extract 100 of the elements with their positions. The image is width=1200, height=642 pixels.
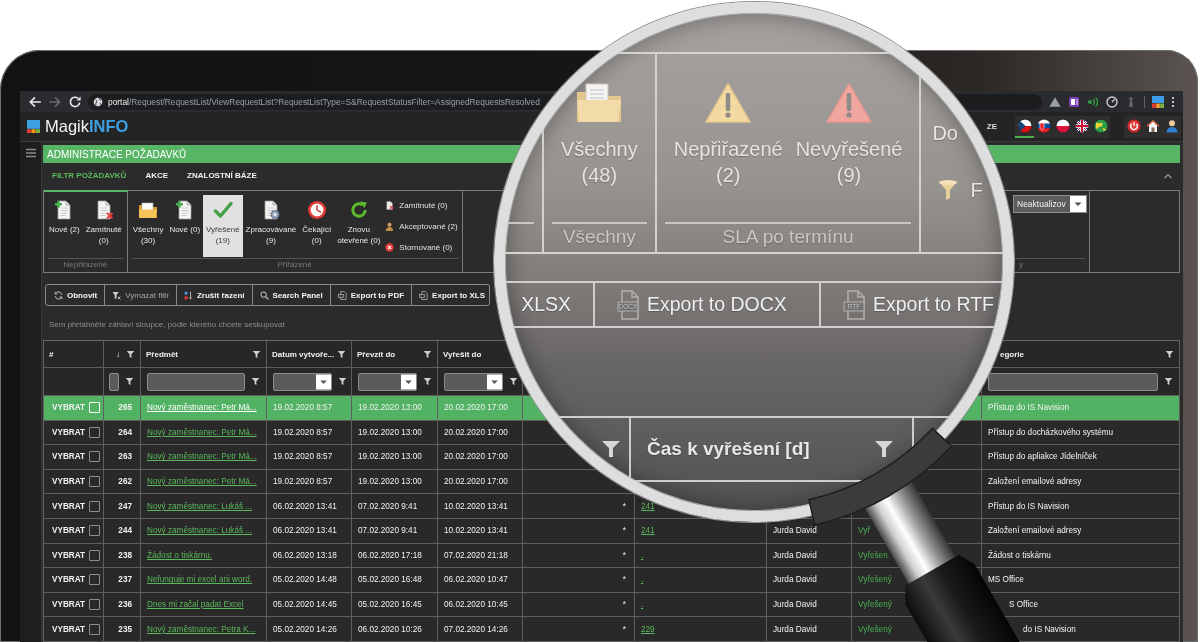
date-filter-field[interactable] (273, 372, 332, 391)
row-text: 20.02.2020 17:00 (444, 477, 508, 487)
sound-waves-icon[interactable] (1087, 95, 1099, 108)
row-link[interactable]: Nový zaměstnanec: Lukáš ... (147, 526, 253, 536)
tiles-icon[interactable] (1152, 95, 1164, 108)
filter-icon[interactable] (509, 377, 518, 386)
row-link[interactable]: Nový zaměstnanec: Petr Má... (147, 477, 257, 487)
filter-icon[interactable] (125, 377, 134, 386)
tab[interactable]: ZNALOSTNÍ BÁZE (187, 168, 257, 183)
filter-icon[interactable] (423, 377, 432, 386)
filter-field[interactable] (109, 372, 119, 391)
power-icon (1126, 118, 1141, 133)
row-checkbox[interactable] (89, 451, 100, 463)
select-label[interactable]: VYBRAT (50, 526, 86, 536)
filter-button[interactable]: Akceptované (2) (383, 216, 460, 237)
filter-icon[interactable] (337, 349, 346, 359)
row-checkbox[interactable] (89, 426, 100, 438)
filter-button[interactable]: Zpracovávané (9) (242, 195, 300, 257)
select-label[interactable]: VYBRAT (50, 624, 86, 634)
column-header[interactable]: Převzít do (357, 349, 396, 359)
row-checkbox[interactable] (89, 549, 100, 561)
filter-icon[interactable] (126, 349, 135, 359)
tab[interactable]: FILTR POŽADAVKŮ (52, 168, 127, 183)
column-header[interactable]: Vyřešit do (443, 349, 482, 359)
row-link[interactable]: Nový zaměstnanec: Lukáš ... (147, 501, 253, 511)
header-text[interactable]: ZE (986, 122, 997, 131)
filter-field[interactable] (147, 372, 245, 391)
row-link[interactable]: Nefunguje mi excel ani word. (147, 575, 253, 585)
column-header: Čas k vyřešení [d] (647, 438, 810, 460)
export-button[interactable]: XLSX (505, 283, 595, 326)
row-text: do IS Navision (1023, 624, 1076, 634)
filter-icon[interactable] (423, 349, 432, 359)
filter-icon[interactable] (1164, 377, 1173, 386)
row-link[interactable]: . (641, 550, 644, 560)
filter-field[interactable] (988, 372, 1158, 391)
toolbar-button[interactable]: Export to PDF (329, 285, 412, 305)
row-link[interactable]: Nový zaměstnanec: Petr Má... (147, 452, 257, 462)
column-header[interactable]: egorie (1000, 349, 1024, 359)
row-link[interactable]: Dnes mi začal padat Excel (147, 600, 244, 610)
filter-button[interactable]: Čekající (0) (299, 195, 335, 257)
row-checkbox[interactable] (89, 574, 100, 586)
filter-icon[interactable] (251, 377, 260, 386)
row-checkbox[interactable] (89, 623, 100, 635)
language-button[interactable] (1091, 115, 1110, 138)
toolbar-button[interactable]: Search Panel (251, 285, 330, 305)
filter-button[interactable]: Nové (0) (166, 195, 204, 257)
row-link[interactable]: Nový zaměstnanec: Petra K... (147, 624, 256, 634)
back-icon[interactable] (28, 94, 42, 109)
filter-button[interactable]: Nové (2) (46, 195, 83, 257)
user-button[interactable] (1162, 115, 1181, 138)
row-checkbox[interactable] (89, 525, 100, 537)
filter-button[interactable]: Znovu otevřené (0) (334, 195, 384, 257)
filter-button[interactable]: Stornované (0) (383, 237, 460, 258)
row-link[interactable]: Žádost o tiskárnu. (147, 550, 213, 560)
filter-button[interactable]: Zamítnuté (0) (383, 195, 460, 216)
date-filter-field[interactable] (444, 372, 503, 391)
menu-icon[interactable] (1171, 95, 1175, 108)
gauge-icon[interactable] (1106, 95, 1118, 108)
row-number: 237 (118, 575, 132, 585)
column-header[interactable]: Předmět (146, 349, 178, 359)
reload-icon[interactable] (68, 94, 82, 109)
row-link[interactable]: . (641, 575, 644, 585)
select-label[interactable]: VYBRAT (50, 550, 86, 560)
toolbar-button[interactable]: Zrušit řazení (175, 285, 252, 305)
row-checkbox[interactable] (89, 599, 100, 611)
filter-button[interactable]: Všechny (30) (129, 195, 167, 257)
row-text: 19.02.2020 8:57 (273, 477, 333, 487)
row-checkbox[interactable] (89, 476, 100, 488)
row-link[interactable]: Nový zaměstnanec: Petr Má... (147, 427, 257, 437)
row-link[interactable]: 241 (641, 501, 655, 511)
power-button[interactable] (1124, 115, 1143, 138)
column-header[interactable]: ↓ (116, 349, 120, 359)
menu-icon[interactable] (25, 147, 37, 159)
row-link[interactable]: . (641, 600, 644, 610)
column-header[interactable]: Datum vytvoře... (272, 349, 335, 359)
select-label[interactable]: VYBRAT (50, 600, 86, 610)
date-filter-field[interactable] (358, 372, 417, 391)
row-checkbox[interactable] (89, 500, 100, 512)
filter-icon[interactable] (252, 349, 261, 359)
row-text: Jurda David (773, 624, 817, 634)
language-button[interactable] (1015, 115, 1034, 138)
triangle-icon[interactable] (1049, 95, 1061, 108)
filter-icon[interactable] (1165, 349, 1174, 359)
select-label[interactable]: VYBRAT (50, 575, 86, 585)
row-link[interactable]: 229 (641, 624, 655, 634)
select-label[interactable]: VYBRAT (50, 452, 86, 462)
tab[interactable]: AKCE (145, 168, 169, 183)
filter-button[interactable]: Zamítnuté (0) (82, 195, 125, 257)
toolbar-button[interactable]: Export to XLS (411, 285, 489, 305)
select-label[interactable]: VYBRAT (50, 427, 86, 437)
group-label: Přiřazené (277, 259, 312, 271)
select-label[interactable]: VYBRAT (50, 477, 86, 487)
status-dropdown[interactable]: Neaktualizov (1013, 195, 1087, 213)
toolbar-button[interactable]: Obnovit (46, 285, 105, 305)
row-link[interactable]: 241 (641, 526, 655, 536)
notebook-icon[interactable] (1068, 95, 1080, 108)
filter-button[interactable]: Vyřešené (19) (203, 195, 243, 257)
filter-icon[interactable] (338, 377, 347, 386)
select-label[interactable]: VYBRAT (50, 501, 86, 511)
column-header[interactable]: # (49, 349, 54, 359)
